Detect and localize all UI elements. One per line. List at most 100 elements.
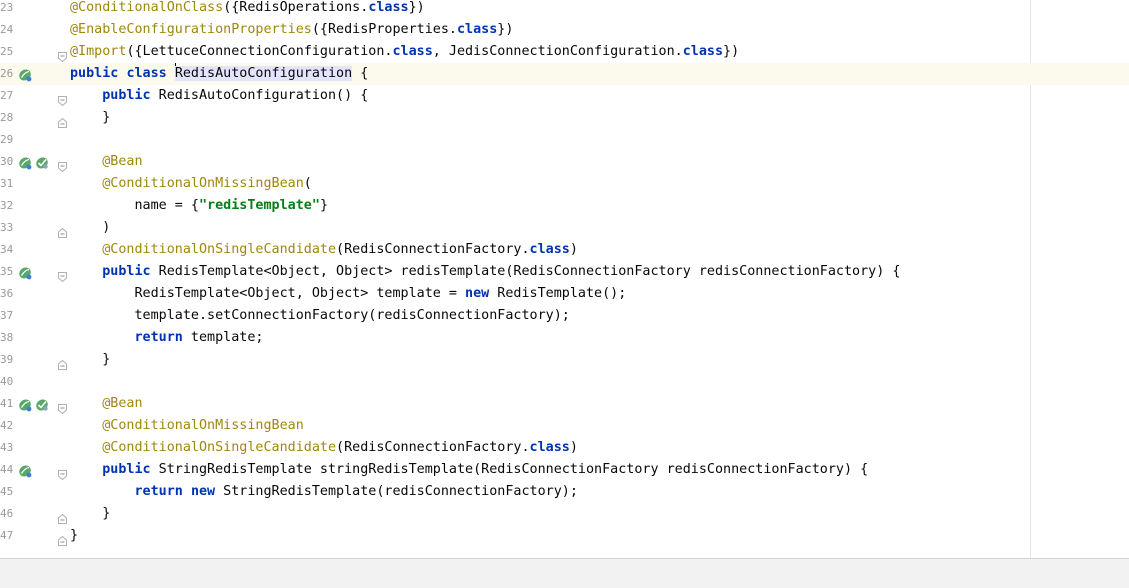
line-number[interactable]: 37 bbox=[0, 308, 13, 324]
line-number[interactable]: 40 bbox=[0, 374, 13, 390]
code-line[interactable]: 43 @ConditionalOnSingleCandidate(RedisCo… bbox=[0, 437, 1129, 459]
code-line[interactable]: 44 public StringRedisTemplate stringRedi… bbox=[0, 459, 1129, 481]
code-text[interactable]: return new StringRedisTemplate(redisConn… bbox=[70, 481, 578, 503]
keyword-token: class bbox=[126, 66, 167, 81]
code-line[interactable]: 30 @Bean bbox=[0, 151, 1129, 173]
code-text[interactable]: @EnableConfigurationProperties({RedisPro… bbox=[70, 19, 513, 41]
fold-toggle-icon[interactable] bbox=[58, 465, 67, 481]
code-text[interactable]: return template; bbox=[70, 327, 264, 349]
code-text[interactable]: @Bean bbox=[70, 151, 142, 173]
line-number[interactable]: 41 bbox=[0, 396, 13, 412]
code-text[interactable]: name = {"redisTemplate"} bbox=[70, 195, 328, 217]
fold-toggle-icon[interactable] bbox=[58, 267, 67, 283]
code-text[interactable]: @ConditionalOnSingleCandidate(RedisConne… bbox=[70, 239, 578, 261]
code-line[interactable]: 40 bbox=[0, 371, 1129, 393]
code-text[interactable]: public StringRedisTemplate stringRedisTe… bbox=[70, 459, 868, 481]
line-number[interactable]: 25 bbox=[0, 44, 13, 60]
spring-bean-gutter-icon[interactable] bbox=[18, 397, 32, 412]
code-text[interactable]: @ConditionalOnSingleCandidate(RedisConne… bbox=[70, 437, 578, 459]
fold-toggle-icon[interactable] bbox=[58, 531, 67, 546]
code-text[interactable]: @ConditionalOnMissingBean bbox=[70, 415, 304, 437]
code-line[interactable]: 38 return template; bbox=[0, 327, 1129, 349]
code-line[interactable]: 23 @ConditionalOnClass({RedisOperations.c… bbox=[0, 0, 1129, 19]
fold-toggle-icon[interactable] bbox=[58, 47, 67, 63]
spring-bean-gutter-icon[interactable] bbox=[18, 265, 32, 280]
code-text[interactable]: } bbox=[70, 525, 78, 547]
fold-toggle-icon[interactable] bbox=[58, 355, 67, 370]
navigate-to-usages-icon[interactable] bbox=[35, 397, 49, 411]
line-number[interactable]: 33 bbox=[0, 220, 13, 236]
code-text[interactable]: @Bean bbox=[70, 393, 142, 415]
line-number[interactable]: 44 bbox=[0, 462, 13, 478]
line-number[interactable]: 24 bbox=[0, 22, 13, 38]
code-line[interactable]: 32 name = {"redisTemplate"} bbox=[0, 195, 1129, 217]
line-number[interactable]: 28 bbox=[0, 110, 13, 126]
code-line[interactable]: 46 } bbox=[0, 503, 1129, 525]
code-line[interactable]: 41 @Bean bbox=[0, 393, 1129, 415]
line-number[interactable]: 35 bbox=[0, 264, 13, 280]
spring-bean-gutter-icon[interactable] bbox=[18, 155, 32, 170]
code-line[interactable]: 37 template.setConnectionFactory(redisCo… bbox=[0, 305, 1129, 327]
spring-bean-gutter-icon[interactable] bbox=[18, 463, 32, 478]
code-line[interactable]: 34 @ConditionalOnSingleCandidate(RedisCo… bbox=[0, 239, 1129, 261]
code-text[interactable]: public RedisAutoConfiguration() { bbox=[70, 85, 368, 107]
code-line-current[interactable]: 26 public class RedisAutoConfiguration { bbox=[0, 63, 1129, 85]
line-number[interactable]: 27 bbox=[0, 88, 13, 104]
line-number[interactable]: 34 bbox=[0, 242, 13, 258]
line-number[interactable]: 38 bbox=[0, 330, 13, 346]
code-text[interactable]: public RedisTemplate<Object, Object> red… bbox=[70, 261, 900, 283]
line-number[interactable]: 32 bbox=[0, 198, 13, 214]
code-token: , JedisConnectionConfiguration. bbox=[432, 44, 683, 59]
keyword-token: class bbox=[529, 440, 570, 455]
code-line[interactable]: 47} bbox=[0, 525, 1129, 547]
line-number[interactable]: 46 bbox=[0, 506, 13, 522]
line-number[interactable]: 26 bbox=[0, 66, 13, 82]
fold-toggle-icon[interactable] bbox=[58, 399, 67, 415]
code-line[interactable]: 27 public RedisAutoConfiguration() { bbox=[0, 85, 1129, 107]
code-editor[interactable]: 23 @ConditionalOnClass({RedisOperations.c… bbox=[0, 0, 1129, 558]
code-text[interactable]: @ConditionalOnClass({RedisOperations.cla… bbox=[70, 0, 425, 19]
line-number[interactable]: 30 bbox=[0, 154, 13, 170]
code-text[interactable]: public class RedisAutoConfiguration { bbox=[70, 63, 368, 85]
fold-toggle-icon[interactable] bbox=[58, 91, 67, 107]
code-line[interactable]: 28 } bbox=[0, 107, 1129, 129]
code-text[interactable]: template.setConnectionFactory(redisConne… bbox=[70, 305, 570, 327]
code-token: template.setConnectionFactory(redisConne… bbox=[70, 308, 570, 323]
line-number[interactable]: 47 bbox=[0, 528, 13, 544]
code-line[interactable]: 39 } bbox=[0, 349, 1129, 371]
line-number[interactable]: 31 bbox=[0, 176, 13, 192]
code-text[interactable]: ) bbox=[70, 217, 110, 239]
line-number[interactable]: 29 bbox=[0, 132, 13, 148]
line-number[interactable]: 43 bbox=[0, 440, 13, 456]
line-number[interactable]: 39 bbox=[0, 352, 13, 368]
spring-bean-gutter-icon[interactable] bbox=[18, 67, 32, 82]
line-number[interactable]: 36 bbox=[0, 286, 13, 302]
line-number[interactable]: 42 bbox=[0, 418, 13, 434]
code-line[interactable]: 25 @Import({LettuceConnectionConfiguratio… bbox=[0, 41, 1129, 63]
code-line[interactable]: 33 ) bbox=[0, 217, 1129, 239]
fold-toggle-icon[interactable] bbox=[58, 113, 67, 128]
code-text[interactable]: @Import({LettuceConnectionConfiguration.… bbox=[70, 41, 739, 63]
code-text[interactable]: RedisTemplate<Object, Object> template =… bbox=[70, 283, 626, 305]
code-line[interactable]: 45 return new StringRedisTemplate(redisC… bbox=[0, 481, 1129, 503]
code-line[interactable]: 24 @EnableConfigurationProperties({RedisP… bbox=[0, 19, 1129, 41]
fold-toggle-icon[interactable] bbox=[58, 157, 67, 173]
code-text[interactable]: } bbox=[70, 107, 110, 129]
navigate-to-usages-icon[interactable] bbox=[35, 155, 49, 169]
line-number[interactable]: 23 bbox=[0, 0, 13, 16]
code-text[interactable]: @ConditionalOnMissingBean( bbox=[70, 173, 312, 195]
code-line[interactable]: 35 public RedisTemplate<Object, Object> … bbox=[0, 261, 1129, 283]
code-text[interactable]: } bbox=[70, 503, 110, 525]
code-line[interactable]: 29 bbox=[0, 129, 1129, 151]
line-number[interactable]: 45 bbox=[0, 484, 13, 500]
code-token: } bbox=[70, 528, 79, 543]
code-text[interactable]: } bbox=[70, 349, 110, 371]
code-line[interactable]: 42 @ConditionalOnMissingBean bbox=[0, 415, 1129, 437]
code-line[interactable]: 36 RedisTemplate<Object, Object> templat… bbox=[0, 283, 1129, 305]
fold-toggle-icon[interactable] bbox=[58, 223, 67, 238]
fold-toggle-icon[interactable] bbox=[58, 509, 67, 524]
code-line[interactable]: 31 @ConditionalOnMissingBean( bbox=[0, 173, 1129, 195]
